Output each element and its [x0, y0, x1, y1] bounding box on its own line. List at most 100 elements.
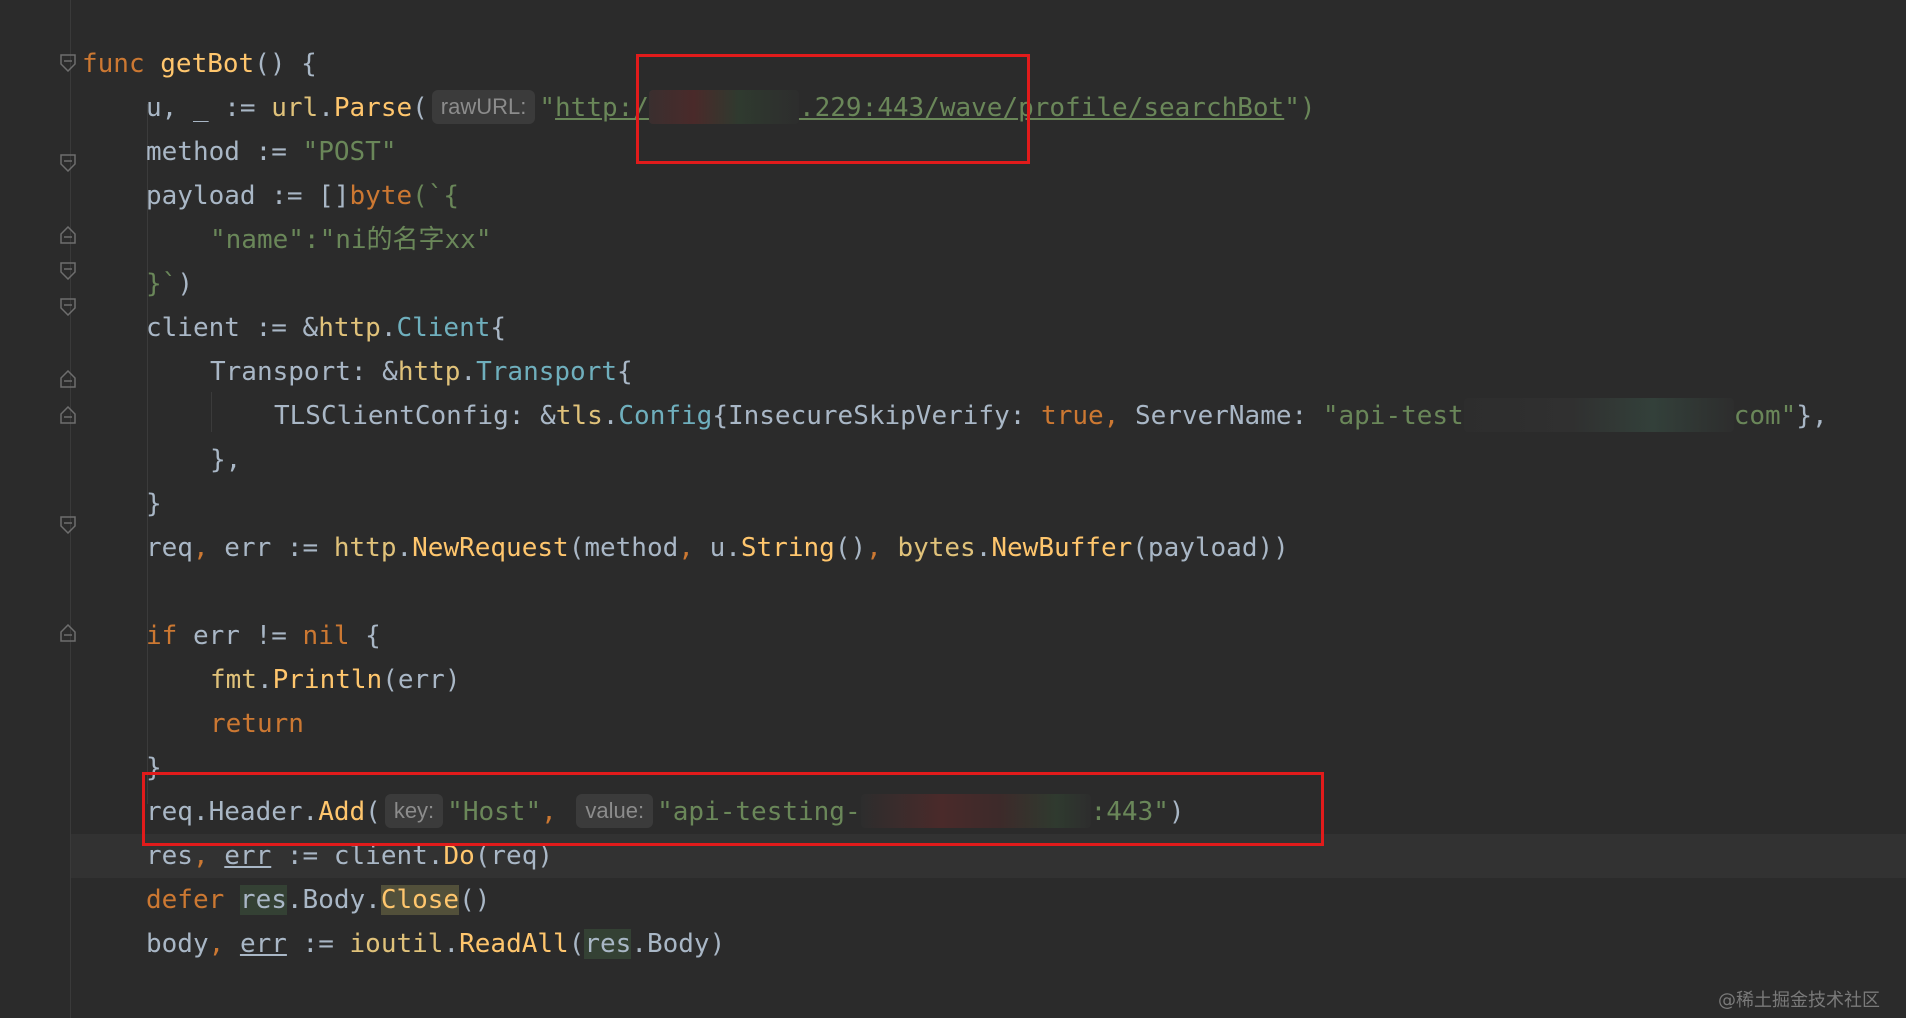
string-literal: "name":"ni的名字xx" — [210, 225, 492, 255]
type-client: Client — [396, 313, 491, 343]
code-editor[interactable]: func getBot() { u, _ := url.Parse(rawURL… — [0, 0, 1906, 1018]
fold-open-icon[interactable] — [60, 298, 76, 316]
code-line[interactable]: Transport: &http.Transport{ — [210, 350, 633, 394]
code-line[interactable]: fmt.Println(err) — [210, 658, 460, 702]
package-url: url — [271, 93, 319, 123]
code-token: , — [678, 533, 710, 563]
package-bytes: bytes — [897, 533, 976, 563]
code-line[interactable]: payload := []byte(`{ — [146, 174, 459, 218]
code-token: , — [1103, 401, 1135, 431]
code-token: () — [459, 885, 491, 915]
string-literal: com" — [1733, 401, 1797, 431]
code-token: , — [866, 533, 898, 563]
code-line[interactable]: } — [146, 482, 162, 526]
code-line[interactable]: }, — [210, 438, 241, 482]
code-line[interactable]: if err != nil { — [146, 614, 381, 658]
code-token: { — [617, 357, 633, 387]
indent-guide — [147, 652, 148, 742]
call-readall: ReadAll — [459, 929, 569, 959]
code-token: (err) — [382, 665, 461, 695]
code-token: () { — [254, 49, 317, 79]
keyword-func: func — [82, 49, 145, 79]
code-token: () — [834, 533, 867, 563]
fold-close-icon[interactable] — [60, 370, 76, 388]
keyword-nil: nil — [302, 621, 350, 651]
fold-open-icon[interactable] — [60, 516, 76, 534]
code-token: res — [239, 885, 287, 915]
code-token: err != — [177, 621, 303, 651]
code-line[interactable]: "name":"ni的名字xx" — [210, 218, 492, 262]
code-token: payload := [] — [146, 181, 350, 211]
redacted-region — [1463, 398, 1734, 432]
code-token: ServerName: — [1134, 401, 1323, 431]
code-token: . — [318, 93, 334, 123]
url-link[interactable]: http:/ — [555, 93, 649, 123]
code-token: res — [584, 929, 632, 959]
code-token: Transport: & — [210, 357, 398, 387]
code-token: }` — [146, 269, 178, 299]
code-line[interactable]: req, err := http.NewRequest(method, u.St… — [146, 526, 1289, 570]
code-token: }, — [210, 445, 242, 475]
code-token: client := & — [146, 313, 319, 343]
function-name[interactable]: getBot — [160, 49, 254, 79]
fold-open-icon[interactable] — [60, 154, 76, 172]
fold-close-icon[interactable] — [60, 406, 76, 424]
type-config: Config — [618, 401, 713, 431]
code-token: }, — [1796, 401, 1828, 431]
code-line[interactable]: client := &http.Client{ — [146, 306, 506, 350]
code-line[interactable]: func getBot() { — [82, 42, 317, 86]
indent-guide — [211, 392, 212, 432]
call-newrequest: NewRequest — [412, 533, 569, 563]
code-token: { — [349, 621, 381, 651]
code-token: ) — [177, 269, 193, 299]
call-string: String — [740, 533, 835, 563]
string-literal: "POST" — [302, 137, 397, 167]
code-line[interactable]: defer res.Body.Close() — [146, 878, 490, 922]
code-token: } — [146, 489, 162, 519]
code-token: { — [490, 313, 507, 343]
code-token: (payload)) — [1132, 533, 1289, 563]
code-line[interactable]: method := "POST" — [146, 130, 396, 174]
keyword-defer: defer — [146, 885, 240, 915]
code-token: ( — [412, 93, 428, 123]
code-line[interactable]: body, err := ioutil.ReadAll(res.Body) — [146, 922, 725, 966]
fold-close-icon[interactable] — [60, 226, 76, 244]
package-fmt: fmt — [210, 665, 257, 695]
keyword-return: return — [210, 709, 304, 739]
fold-open-icon[interactable] — [60, 262, 76, 280]
fold-open-icon[interactable] — [60, 54, 76, 72]
highlight-box-host-header — [142, 772, 1324, 846]
code-line[interactable]: }`) — [146, 262, 193, 306]
code-token: .Body) — [631, 929, 726, 959]
code-token: err — [239, 929, 287, 959]
type-transport: Transport — [476, 357, 618, 387]
editor-gutter — [0, 0, 71, 1018]
code-token: ") — [1284, 93, 1316, 123]
code-line[interactable]: TLSClientConfig: &tls.Config{InsecureSki… — [274, 394, 1828, 438]
keyword-byte: byte — [349, 181, 413, 211]
code-token: TLSClientConfig: & — [274, 401, 556, 431]
package-http: http — [397, 357, 461, 387]
package-http: http — [318, 313, 381, 343]
string-literal: "api-test — [1322, 401, 1464, 431]
code-token: . — [256, 665, 273, 695]
indent-guide — [147, 350, 148, 458]
param-hint-rawurl: rawURL: — [431, 90, 536, 124]
fold-close-icon[interactable] — [60, 624, 76, 642]
code-token: . — [380, 313, 397, 343]
keyword-if: if — [146, 621, 178, 651]
call-parse: Parse — [333, 93, 413, 123]
watermark: @稀土掘金技术社区 — [1718, 990, 1880, 1011]
package-tls: tls — [555, 401, 603, 431]
call-close: Close — [380, 885, 460, 915]
code-token: . — [443, 929, 460, 959]
code-token: body — [146, 929, 209, 959]
code-token: (`{ — [412, 181, 460, 211]
highlight-box-url — [636, 54, 1030, 164]
code-token: ( — [568, 929, 585, 959]
code-token: , — [192, 533, 225, 563]
code-token: . — [602, 401, 619, 431]
call-newbuffer: NewBuffer — [991, 533, 1133, 563]
code-token: (method — [568, 533, 679, 563]
code-line[interactable]: return — [210, 702, 304, 746]
